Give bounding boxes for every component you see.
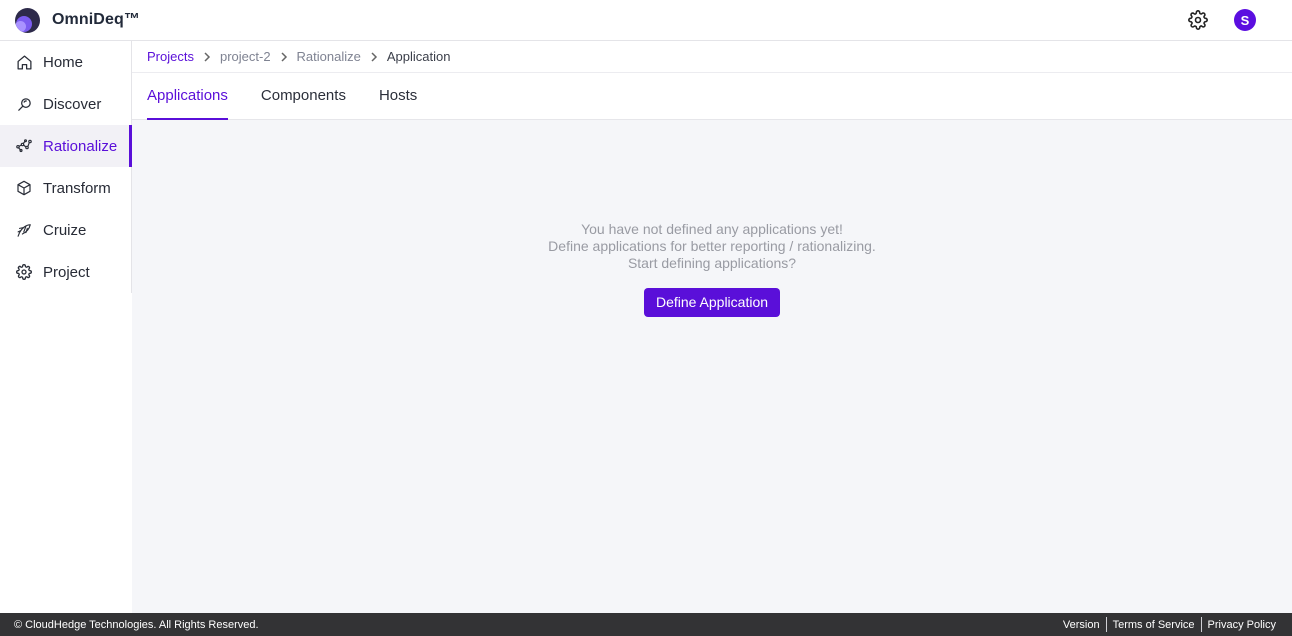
main-content: Projects project-2 Rationalize Applicati…	[132, 41, 1292, 613]
magnifier-icon	[15, 95, 33, 113]
footer: © CloudHedge Technologies. All Rights Re…	[0, 613, 1292, 636]
app-logo[interactable]: OmniDeq™	[15, 7, 140, 33]
chevron-right-icon	[370, 51, 378, 62]
app-title: OmniDeq™	[52, 11, 140, 28]
cube-icon	[15, 179, 33, 197]
sidebar-item-rationalize[interactable]: Rationalize	[0, 125, 132, 167]
home-icon	[15, 53, 33, 71]
empty-state-prompt: Start defining applications?	[627, 255, 797, 271]
top-bar: OmniDeq™ S	[0, 0, 1292, 41]
user-avatar[interactable]: S	[1234, 9, 1256, 31]
breadcrumb-current: Application	[386, 49, 451, 64]
tab-applications[interactable]: Applications	[147, 72, 228, 120]
chevron-right-icon	[203, 51, 211, 62]
sidebar-item-discover[interactable]: Discover	[0, 83, 131, 125]
breadcrumb-project[interactable]: project-2	[220, 49, 271, 64]
footer-divider	[1200, 617, 1202, 632]
sidebar-item-label: Cruize	[43, 221, 87, 239]
chevron-right-icon	[280, 51, 288, 62]
cruize-icon	[15, 221, 33, 239]
sidebar-item-home[interactable]: Home	[0, 41, 131, 83]
sidebar-item-label: Discover	[43, 95, 102, 113]
breadcrumb-rationalize[interactable]: Rationalize	[297, 49, 361, 64]
empty-state: You have not defined any applications ye…	[132, 221, 1292, 317]
privacy-policy-link[interactable]: Privacy Policy	[1208, 619, 1276, 631]
gear-icon	[1188, 10, 1208, 30]
tab-hosts[interactable]: Hosts	[379, 72, 417, 119]
sidebar-item-transform[interactable]: Transform	[0, 167, 131, 209]
breadcrumb: Projects project-2 Rationalize Applicati…	[132, 41, 1292, 73]
empty-state-hint: Define applications for better reporting…	[548, 238, 876, 254]
tab-components[interactable]: Components	[261, 72, 346, 119]
sidebar-item-cruize[interactable]: Cruize	[0, 209, 131, 251]
sidebar-item-label: Transform	[43, 179, 111, 197]
terms-of-service-link[interactable]: Terms of Service	[1113, 619, 1195, 631]
breadcrumb-projects[interactable]: Projects	[147, 49, 194, 64]
gear-icon	[15, 263, 33, 281]
rationalize-icon	[15, 137, 33, 155]
settings-button[interactable]	[1186, 8, 1210, 32]
sidebar-item-label: Home	[43, 53, 84, 71]
sidebar-item-label: Rationalize	[43, 137, 118, 155]
logo-icon	[15, 7, 40, 33]
define-application-button[interactable]: Define Application	[643, 288, 781, 317]
footer-divider	[1105, 617, 1107, 632]
footer-links: Version Terms of Service Privacy Policy	[1063, 617, 1276, 632]
tab-bar: Applications Components Hosts	[132, 73, 1292, 120]
copyright-text: © CloudHedge Technologies. All Rights Re…	[14, 618, 259, 631]
version-link[interactable]: Version	[1063, 619, 1100, 631]
empty-state-message: You have not defined any applications ye…	[581, 221, 843, 237]
sidebar-item-label: Project	[43, 263, 90, 281]
sidebar-item-project[interactable]: Project	[0, 251, 131, 293]
sidebar: Home Discover Rationalize Transform Crui…	[0, 41, 132, 613]
